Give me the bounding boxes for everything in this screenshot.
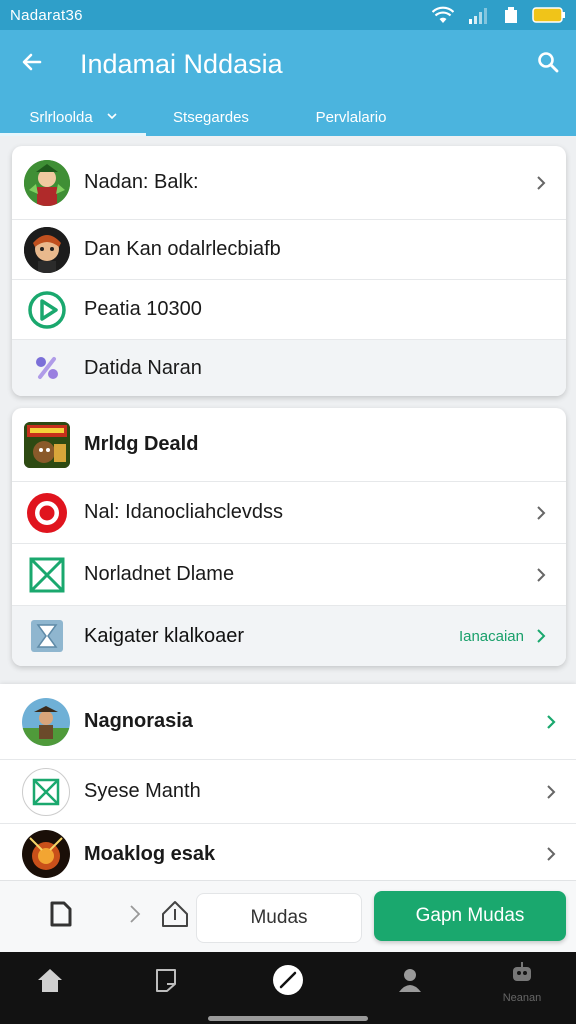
bookmark-button[interactable] bbox=[44, 899, 78, 933]
chevron-right-icon bbox=[534, 173, 548, 193]
secondary-button[interactable]: Mudas bbox=[196, 893, 362, 943]
nav-compose[interactable] bbox=[240, 952, 336, 1012]
nav-more[interactable]: Neanan bbox=[474, 952, 570, 1012]
mail-icon bbox=[22, 767, 70, 816]
chevron-right-icon bbox=[534, 565, 548, 585]
tab-stsegardes[interactable]: Stsegardes bbox=[146, 98, 276, 136]
list-item[interactable]: Nagnorasia bbox=[0, 684, 576, 760]
nav-bookmark[interactable] bbox=[118, 952, 214, 1012]
item-status: Ianacaian bbox=[458, 627, 524, 645]
item-label: Nal: Idanocliahclevdss bbox=[84, 501, 283, 523]
nav-home[interactable] bbox=[2, 952, 98, 1012]
content-area: Nadan: Balk: Dan Kan odalrlecbiafb Peati… bbox=[0, 136, 576, 880]
play-icon bbox=[24, 287, 70, 333]
robot-icon bbox=[508, 961, 536, 990]
item-label: Nadan: Balk: bbox=[84, 171, 199, 193]
chevron-right-icon bbox=[544, 844, 558, 864]
nav-profile[interactable] bbox=[362, 952, 458, 1012]
nav-label: Neanan bbox=[502, 991, 542, 1004]
back-button[interactable] bbox=[0, 30, 64, 98]
item-label: Peatia 10300 bbox=[84, 298, 202, 320]
item-label: Moaklog esak bbox=[84, 842, 216, 865]
percent-icon bbox=[24, 345, 70, 391]
chevron-right-icon bbox=[129, 904, 141, 929]
avatar bbox=[22, 697, 70, 746]
list-item[interactable]: Kaigater klalkoaer Ianacaian bbox=[12, 606, 566, 666]
list-item[interactable]: Moaklog esak bbox=[0, 824, 576, 880]
chevron-right-icon bbox=[534, 626, 548, 646]
avatar bbox=[22, 830, 70, 878]
card-group-3: Nagnorasia Syese Manth Moaklog esak bbox=[0, 684, 576, 880]
chevron-down-icon bbox=[107, 111, 117, 123]
tab-label: Pervlalario bbox=[315, 108, 387, 126]
chevron-right-icon bbox=[544, 712, 558, 732]
avatar bbox=[24, 159, 70, 206]
item-label: Nagnorasia bbox=[84, 710, 193, 732]
bookmark-icon bbox=[48, 900, 74, 933]
home-icon bbox=[36, 967, 64, 998]
list-item[interactable]: Dan Kan odalrlecbiafb bbox=[12, 220, 566, 280]
list-item[interactable]: Mrldg Deald bbox=[12, 408, 566, 482]
game-thumbnail bbox=[24, 421, 70, 468]
card-group-1: Nadan: Balk: Dan Kan odalrlecbiafb Peati… bbox=[12, 146, 566, 396]
list-item[interactable]: Nadan: Balk: bbox=[12, 146, 566, 220]
tab-srlrloolda[interactable]: Srlrloolda bbox=[0, 98, 146, 136]
list-item[interactable]: Nal: Idanocliahclevdss bbox=[12, 482, 566, 544]
card-group-2: Mrldg Deald Nal: Idanocliahclevdss Norla… bbox=[12, 408, 566, 666]
action-bar: Mudas Gapn Mudas bbox=[0, 880, 576, 952]
bottom-nav: Neanan bbox=[0, 952, 576, 1024]
item-label: Syese Manth bbox=[84, 780, 201, 802]
bookmark-icon bbox=[153, 967, 179, 998]
wifi-icon bbox=[432, 6, 454, 24]
arrow-left-icon bbox=[20, 50, 44, 79]
tab-label: Srlrloolda bbox=[29, 108, 93, 126]
battery-icon bbox=[532, 6, 566, 24]
tag-button[interactable] bbox=[158, 899, 192, 933]
tag-icon bbox=[160, 899, 190, 934]
list-item[interactable]: Syese Manth bbox=[0, 760, 576, 824]
status-time: Nadarat36 bbox=[10, 6, 83, 24]
item-label: Dan Kan odalrlecbiafb bbox=[84, 238, 281, 260]
app-bar: Indamai Nddasia bbox=[0, 30, 576, 98]
home-indicator[interactable] bbox=[208, 1016, 368, 1021]
tab-bar: Srlrloolda Stsegardes Pervlalario bbox=[0, 98, 576, 136]
list-item[interactable]: Peatia 10300 bbox=[12, 280, 566, 340]
person-icon bbox=[396, 966, 424, 999]
list-item[interactable]: Datida Naran bbox=[12, 340, 566, 396]
chevron-right-icon bbox=[534, 503, 548, 523]
list-item[interactable]: Norladnet Dlame bbox=[12, 544, 566, 606]
compose-icon bbox=[271, 963, 305, 1002]
sim-icon bbox=[504, 6, 518, 24]
item-label: Norladnet Dlame bbox=[84, 563, 235, 585]
item-label: Kaigater klalkoaer bbox=[84, 624, 245, 647]
signal-icon bbox=[468, 6, 490, 24]
hourglass-icon bbox=[24, 613, 70, 659]
avatar bbox=[24, 226, 70, 273]
item-label: Datida Naran bbox=[84, 356, 202, 379]
search-icon bbox=[537, 51, 559, 78]
mail-icon bbox=[24, 552, 70, 598]
chevron-right-icon bbox=[544, 782, 558, 802]
record-icon bbox=[24, 490, 70, 536]
item-label: Mrldg Deald bbox=[84, 433, 199, 455]
primary-button[interactable]: Gapn Mudas bbox=[374, 891, 566, 941]
tab-label: Stsegardes bbox=[173, 108, 249, 126]
page-title: Indamai Nddasia bbox=[80, 48, 283, 79]
status-bar: Nadarat36 bbox=[0, 0, 576, 30]
search-button[interactable] bbox=[520, 30, 576, 98]
tab-pervlalario[interactable]: Pervlalario bbox=[276, 98, 426, 136]
next-button[interactable] bbox=[118, 899, 152, 933]
